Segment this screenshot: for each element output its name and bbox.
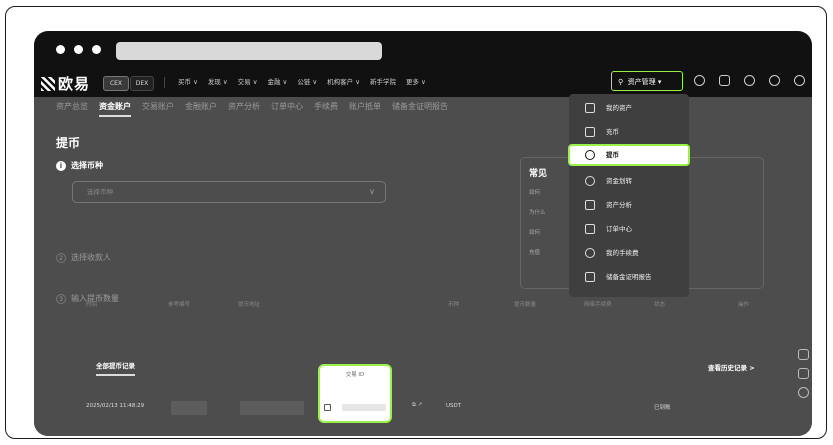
fee-icon	[585, 248, 595, 258]
tx-id-highlight: 交易 ID	[318, 364, 392, 423]
list-icon[interactable]	[798, 368, 809, 379]
page-title: 提币	[56, 136, 81, 150]
tab-all-withdrawals[interactable]: 全部提币记录	[96, 360, 135, 376]
menu-item-deposit[interactable]: 充币	[569, 121, 689, 143]
logo-text: 欧易	[58, 75, 91, 93]
tab-fees[interactable]: 手续费	[314, 101, 338, 117]
side-tools	[798, 349, 809, 398]
main-menu: 买币 ∨ 发现 ∨ 交易 ∨ 金融 ∨ 公链 ∨ 机构客户 ∨ 新手学院 更多 …	[178, 76, 426, 89]
tab-overview[interactable]: 资产总览	[56, 101, 88, 117]
faq-link[interactable]: 如何	[529, 228, 540, 236]
faq-link[interactable]: 充值	[529, 248, 540, 256]
menu-more[interactable]: 更多 ∨	[406, 76, 426, 89]
chevron-down-icon: ▾	[657, 78, 662, 86]
support-icon[interactable]	[798, 387, 809, 398]
address-bar[interactable]	[116, 42, 382, 60]
tab-statements[interactable]: 账户抵单	[349, 101, 381, 117]
minimize-dot[interactable]	[74, 45, 83, 54]
view-history-link[interactable]: 查看历史记录 >	[708, 362, 755, 372]
menu-item-my-assets[interactable]: 我的资产	[569, 97, 689, 119]
column-header-amount: 提币数量	[514, 302, 537, 308]
nav-icons	[694, 75, 805, 86]
nav-divider	[164, 77, 165, 88]
logo-mark-icon	[41, 77, 55, 91]
step-2-badge: 2	[56, 253, 66, 263]
account-subnav: 资产总览 资金账户 交易账户 金融账户 资产分析 订单中心 手续费 账户抵单 储…	[56, 101, 448, 117]
deposit-icon	[585, 127, 595, 137]
menu-finance[interactable]: 金融 ∨	[267, 76, 287, 89]
menu-institutional[interactable]: 机构客户 ∨	[327, 76, 360, 89]
column-header-fee: 网络手续费	[584, 302, 612, 308]
column-header-status: 状态	[654, 302, 666, 308]
tab-proof-of-reserves[interactable]: 储备金证明报告	[392, 101, 448, 117]
tx-id-header: 交易 ID	[345, 372, 365, 378]
chevron-down-icon: ∨	[369, 187, 375, 196]
report-icon	[585, 272, 595, 282]
menu-item-order-center[interactable]: 订单中心	[569, 218, 689, 240]
search-icon: ⚲	[618, 78, 624, 86]
withdraw-icon	[585, 150, 595, 160]
menu-trade[interactable]: 交易 ∨	[238, 76, 258, 89]
dex-toggle[interactable]: DEX	[130, 76, 154, 91]
menu-buy[interactable]: 买币 ∨	[178, 76, 198, 89]
menu-discover[interactable]: 发现 ∨	[208, 76, 228, 89]
help-icon[interactable]	[769, 75, 780, 86]
browser-window: 欧易 CEX DEX 买币 ∨ 发现 ∨ 交易 ∨ 金融 ∨ 公链 ∨ 机构客户…	[34, 31, 812, 436]
menu-item-asset-analysis[interactable]: 资产分析	[569, 194, 689, 216]
coin-select[interactable]: 选择币种 ∨	[72, 181, 386, 203]
tab-funding-account[interactable]: 资金账户	[99, 101, 131, 117]
tab-trading-account[interactable]: 交易账户	[142, 101, 174, 117]
step-3-badge: 3	[56, 294, 66, 304]
chat-icon[interactable]	[798, 349, 809, 360]
step-select-coin: i 选择币种	[56, 160, 103, 171]
column-header-coin: 币种	[448, 302, 460, 308]
transfer-icon	[585, 176, 595, 186]
menu-item-proof-of-reserves[interactable]: 储备金证明报告	[569, 266, 689, 288]
redacted-tx-id[interactable]	[342, 404, 386, 411]
menu-item-transfer[interactable]: 资金划转	[569, 170, 689, 192]
tab-finance-account[interactable]: 金融账户	[185, 101, 217, 117]
asset-menu-dropdown: 我的资产 充币 提币 资金划转 资产分析 订单中心 我的手续费 储备金证明报告	[568, 94, 690, 297]
step-select-recipient: 2 选择收款人	[56, 252, 111, 263]
analysis-icon	[585, 200, 595, 210]
step-2-label: 选择收款人	[71, 253, 111, 262]
close-dot[interactable]	[56, 45, 65, 54]
top-nav: 欧易 CEX DEX 买币 ∨ 发现 ∨ 交易 ∨ 金融 ∨ 公链 ∨ 机构客户…	[34, 69, 812, 97]
coin-select-placeholder: 选择币种	[87, 188, 113, 196]
column-header-time: 时间	[86, 302, 98, 308]
wallet-icon	[585, 103, 595, 113]
faq-link[interactable]: 如何	[529, 188, 540, 196]
asset-management-label: 资产管理	[627, 78, 656, 86]
tab-order-center[interactable]: 订单中心	[271, 101, 303, 117]
screenshot-frame: 欧易 CEX DEX 买币 ∨ 发现 ∨ 交易 ∨ 金融 ∨ 公链 ∨ 机构客户…	[5, 6, 827, 439]
menu-item-withdraw[interactable]: 提币	[568, 144, 690, 166]
globe-icon[interactable]	[794, 75, 805, 86]
step-1-badge: i	[56, 161, 66, 171]
download-icon[interactable]	[719, 75, 730, 86]
copy-icon[interactable]	[324, 404, 331, 411]
column-header-action: 操作	[738, 302, 750, 308]
menu-chain[interactable]: 公链 ∨	[297, 76, 317, 89]
faq-title: 常见	[529, 169, 548, 179]
menu-item-my-fees[interactable]: 我的手续费	[569, 242, 689, 264]
menu-academy[interactable]: 新手学院	[370, 76, 396, 89]
column-header-address: 提币地址	[238, 302, 261, 308]
asset-management-button[interactable]: ⚲ 资产管理 ▾	[611, 71, 683, 91]
order-icon	[585, 224, 595, 234]
tab-asset-analysis[interactable]: 资产分析	[228, 101, 260, 117]
maximize-dot[interactable]	[92, 45, 101, 54]
page-content: 资产总览 资金账户 交易账户 金融账户 资产分析 订单中心 手续费 账户抵单 储…	[34, 97, 812, 436]
user-icon[interactable]	[694, 75, 705, 86]
bell-icon[interactable]	[744, 75, 755, 86]
window-controls	[56, 45, 101, 54]
step-1-label: 选择币种	[71, 161, 103, 170]
okx-logo[interactable]: 欧易	[41, 73, 90, 94]
faq-link[interactable]: 为什么	[529, 208, 546, 216]
cex-toggle[interactable]: CEX	[103, 76, 129, 91]
column-header-reference: 参考编号	[168, 302, 191, 308]
